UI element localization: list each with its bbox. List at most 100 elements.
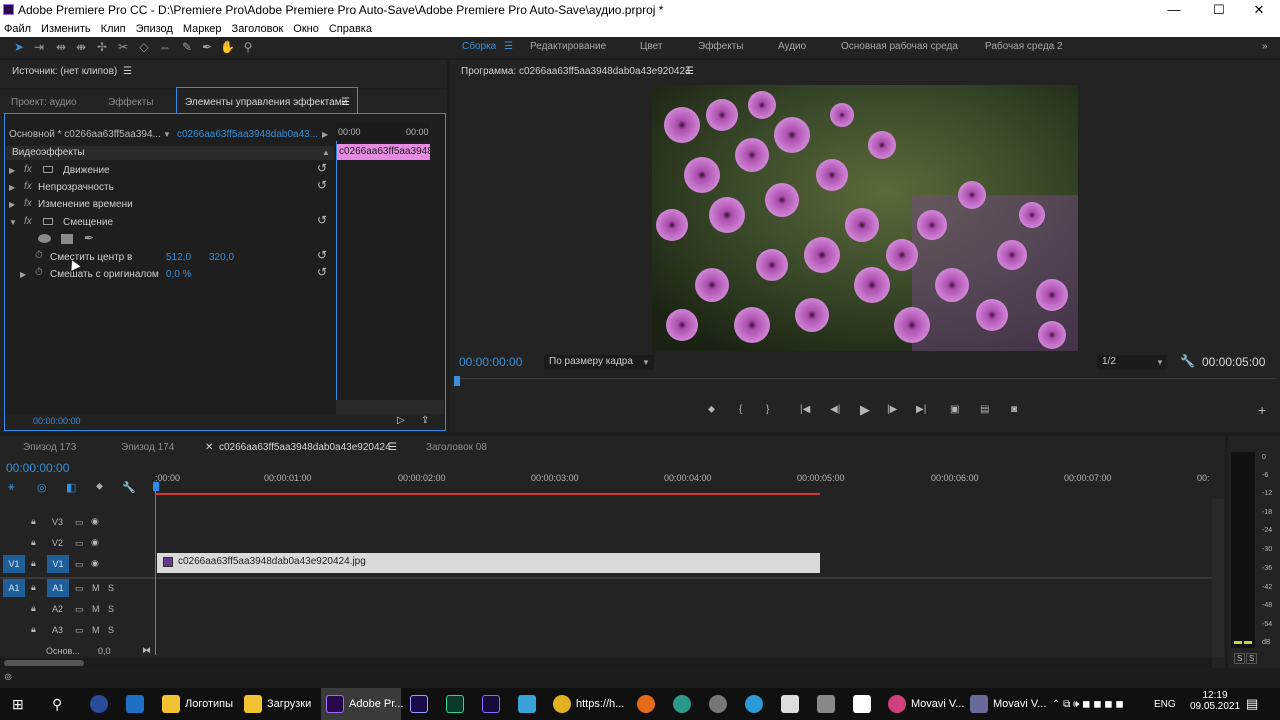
fx-icon[interactable]: fx <box>24 198 32 209</box>
taskbar-movavi-1[interactable]: Movavi V... <box>888 688 964 720</box>
workspace-assembly[interactable]: Сборка <box>462 41 496 52</box>
playhead-handle[interactable] <box>153 482 159 491</box>
firefox-icon[interactable] <box>637 688 655 720</box>
sync-icon[interactable]: ▭ <box>75 517 84 528</box>
track-v1[interactable]: V1 <box>47 555 69 573</box>
language-indicator[interactable]: ENG <box>1154 688 1176 720</box>
taskbar-folder-logos[interactable]: Логотипы <box>162 688 233 720</box>
mark-out-icon[interactable]: } <box>766 404 769 415</box>
mini-clip[interactable]: c0266aa63ff5aa3948d <box>337 144 430 160</box>
source-v1[interactable]: V1 <box>3 555 25 573</box>
mute-button[interactable]: M <box>92 625 100 635</box>
mark-in-icon[interactable]: { <box>739 404 742 415</box>
solo-button[interactable]: S <box>108 604 114 614</box>
param-shift-x[interactable]: 512,0 <box>166 252 191 263</box>
solo-right-button[interactable]: S <box>1246 653 1258 664</box>
lock-icon[interactable]: 🔒︎ <box>31 603 36 614</box>
camera-icon[interactable]: ◙ <box>1011 404 1017 415</box>
expand-icon[interactable]: ▶ <box>9 200 15 209</box>
expand-icon[interactable]: ▶ <box>20 270 26 279</box>
windows-start-icon[interactable]: ⊞ <box>12 688 24 720</box>
workspace-editing[interactable]: Редактирование <box>530 41 606 52</box>
zoom-tool-icon[interactable]: ⚲ <box>241 40 255 54</box>
edge-icon[interactable] <box>673 688 691 720</box>
linked-selection-icon[interactable]: ◎ <box>37 481 47 494</box>
menu-window[interactable]: Окно <box>293 23 319 35</box>
mute-button[interactable]: M <box>92 604 100 614</box>
menu-help[interactable]: Справка <box>329 23 372 35</box>
fx-icon[interactable]: fx <box>24 181 32 192</box>
timeline-timecode[interactable]: 00:00:00:00 <box>6 461 69 475</box>
panel-menu-icon[interactable]: ☰ <box>123 66 132 77</box>
taskbar-folder-downloads[interactable]: Загрузки <box>244 688 311 720</box>
fx-icon[interactable]: fx <box>24 164 32 175</box>
lock-icon[interactable]: 🔒︎ <box>31 516 36 527</box>
menu-title[interactable]: Заголовок <box>232 23 284 35</box>
sync-icon[interactable]: ▭ <box>75 583 84 594</box>
rolling-edit-tool-icon[interactable]: ⇼ <box>74 40 88 54</box>
timeline-ruler[interactable]: :00:00 00:00:01:00 00:00:02:00 00:00:03:… <box>152 469 1214 497</box>
slip-tool-icon[interactable]: ◇ <box>137 40 151 54</box>
ellipse-mask-icon[interactable] <box>38 234 51 243</box>
notification-icon[interactable]: ▤ <box>1246 688 1258 720</box>
track-v3[interactable]: V3 <box>52 517 63 527</box>
media-encoder-icon[interactable] <box>482 688 500 720</box>
master-volume[interactable]: 0,0 <box>98 646 111 656</box>
stopwatch-icon[interactable]: ⏱ <box>35 250 43 261</box>
rate-stretch-tool-icon[interactable]: ✢ <box>95 40 109 54</box>
timeline-clip[interactable]: c0266aa63ff5aa3948dab0a43e920424.jpg <box>157 553 820 573</box>
param-shift-y[interactable]: 320,0 <box>209 252 234 263</box>
play-clip-icon[interactable]: ▶ <box>322 130 328 139</box>
solo-button[interactable]: S <box>108 583 114 593</box>
sync-icon[interactable]: ▭ <box>75 538 84 549</box>
ripple-edit-tool-icon[interactable]: ⇹ <box>54 40 68 54</box>
audition-icon[interactable] <box>446 688 464 720</box>
app-icon[interactable] <box>90 688 108 720</box>
tab-effects[interactable]: Эффекты <box>108 97 153 108</box>
stopwatch-icon[interactable]: ⏱ <box>35 267 43 278</box>
reset-icon[interactable]: ↺ <box>317 248 327 262</box>
marker-icon[interactable]: ⬥ <box>96 481 103 492</box>
lock-icon[interactable]: 🔒︎ <box>31 558 36 569</box>
effect-opacity[interactable]: Непрозрачность <box>38 182 114 193</box>
step-back-icon[interactable]: ◀| <box>830 404 840 415</box>
play-icon[interactable]: ▶ <box>860 402 870 418</box>
sync-icon[interactable]: ▭ <box>75 604 84 615</box>
reset-icon[interactable]: ↺ <box>317 161 327 175</box>
expand-track-icon[interactable]: ⧓ <box>142 645 151 656</box>
param-blend-value[interactable]: 0,0 % <box>166 269 192 280</box>
mute-button[interactable]: M <box>92 583 100 593</box>
tab-sequence-174[interactable]: Эпизод 174 <box>121 442 174 453</box>
collapse-icon[interactable]: ▲ <box>322 148 330 157</box>
go-to-in-icon[interactable]: |◀ <box>800 404 810 415</box>
reset-icon[interactable]: ↺ <box>317 178 327 192</box>
reset-icon[interactable]: ↺ <box>317 213 327 227</box>
taskbar-chrome[interactable]: https://h... <box>553 688 624 720</box>
play-audio-icon[interactable]: ▷ <box>397 415 405 426</box>
search-icon[interactable]: ⚲ <box>52 688 62 720</box>
program-scrub-ruler[interactable] <box>454 376 1276 392</box>
go-to-out-icon[interactable]: ▶| <box>916 404 926 415</box>
export-icon[interactable]: ⇪ <box>421 415 429 426</box>
track-a1[interactable]: A1 <box>47 579 69 597</box>
hand-tool-icon[interactable]: ✋ <box>220 40 235 54</box>
taskbar-movavi-2[interactable]: Movavi V... <box>970 688 1046 720</box>
tray-icons[interactable]: ⌃ ⧉ 🕪 ◼ ◼ ◼ ◼ <box>1052 688 1124 720</box>
mail-icon[interactable] <box>126 688 144 720</box>
workspace-effects[interactable]: Эффекты <box>698 41 743 52</box>
tab-title-08[interactable]: Заголовок 08 <box>426 442 487 453</box>
workspace-color[interactable]: Цвет <box>640 41 662 52</box>
razor-tool-icon[interactable]: ✂ <box>116 40 130 54</box>
workspace-2[interactable]: Рабочая среда 2 <box>985 41 1063 52</box>
track-a2[interactable]: A2 <box>52 604 63 614</box>
add-button-icon[interactable]: + <box>1258 402 1266 418</box>
timeline-playhead[interactable] <box>155 487 156 655</box>
settings-wrench-icon[interactable]: 🔧 <box>1180 354 1195 368</box>
workspace-main[interactable]: Основная рабочая среда <box>841 41 958 52</box>
maximize-button[interactable]: ☐ <box>1205 2 1233 18</box>
fit-dropdown[interactable]: По размеру кадра ▼ <box>544 355 654 370</box>
tab-project[interactable]: Проект: аудио <box>11 97 77 108</box>
playhead[interactable] <box>454 376 460 386</box>
vertical-scrollbar[interactable] <box>1212 499 1224 657</box>
add-marker-tl-icon[interactable]: ◧ <box>66 481 76 494</box>
